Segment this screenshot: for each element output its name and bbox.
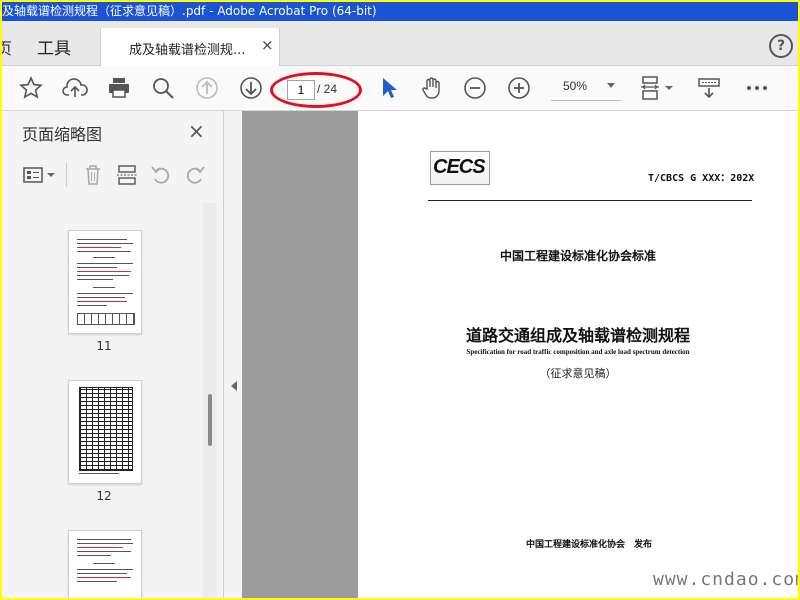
tab-bar: 页 工具 成及轴载谱检测规... × ? xyxy=(2,21,798,66)
zoom-select[interactable]: 50% xyxy=(551,74,621,101)
select-cursor-icon[interactable] xyxy=(374,66,404,110)
thumbnail-list: 11 12 xyxy=(2,203,203,598)
acrobat-window: 及轴载谱检测规程（征求意见稿）.pdf - Adobe Acrobat Pro … xyxy=(2,2,798,598)
thumbnail-page-number: 11 xyxy=(96,339,112,353)
trash-icon[interactable] xyxy=(76,155,110,195)
pdf-page: CECS T/CBCS G XXX：202X 中国工程建设标准化协会标准 道路交… xyxy=(358,111,798,598)
zoom-in-icon[interactable] xyxy=(502,66,536,110)
more-icon[interactable] xyxy=(740,66,774,110)
insert-page-icon[interactable] xyxy=(110,155,144,195)
thumbnails-panel: 页面缩略图 × 11 12 xyxy=(2,111,224,598)
zoom-out-icon[interactable] xyxy=(458,66,492,110)
cloud-upload-icon[interactable] xyxy=(58,66,92,110)
tab-close-icon[interactable]: × xyxy=(261,36,274,54)
tab-home[interactable]: 页 xyxy=(2,35,12,59)
document-viewer: CECS T/CBCS G XXX：202X 中国工程建设标准化协会标准 道路交… xyxy=(242,111,798,598)
page-down-icon[interactable] xyxy=(234,66,268,110)
thumbnail-options-icon[interactable] xyxy=(20,155,60,195)
panel-close-icon[interactable]: × xyxy=(188,119,205,143)
tab-tools[interactable]: 工具 xyxy=(37,34,71,59)
thumbnail-page-number: 12 xyxy=(96,489,112,503)
site-watermark: www.cndao.com xyxy=(653,569,798,590)
page-total-label: / 24 xyxy=(317,82,338,96)
panel-title: 页面缩略图 xyxy=(22,125,103,144)
cecs-logo-text: CECS xyxy=(433,156,486,178)
page-thumbnail-11[interactable] xyxy=(68,230,142,334)
print-icon[interactable] xyxy=(102,66,136,110)
window-title: 及轴载谱检测规程（征求意见稿）.pdf - Adobe Acrobat Pro … xyxy=(2,4,377,18)
panel-collapse-strip[interactable] xyxy=(224,111,242,598)
document-title-english: Specification for road traffic compositi… xyxy=(466,348,690,356)
standard-number: T/CBCS G XXX：202X xyxy=(648,173,755,184)
page-up-icon[interactable] xyxy=(190,66,224,110)
fit-page-icon[interactable] xyxy=(638,66,680,110)
scroll-mode-icon[interactable] xyxy=(692,66,726,110)
rotate-right-icon[interactable] xyxy=(178,155,212,195)
panel-toolbar xyxy=(2,155,223,195)
title-bar: 及轴载谱检测规程（征求意见稿）.pdf - Adobe Acrobat Pro … xyxy=(2,2,798,21)
help-icon[interactable]: ? xyxy=(769,34,793,58)
tab-document-label: 成及轴载谱检测规... xyxy=(129,43,246,58)
document-title: 道路交通组成及轴载谱检测规程 xyxy=(465,326,690,345)
chevron-down-icon xyxy=(607,83,615,88)
association-standard: 中国工程建设标准化协会标准 xyxy=(499,249,656,263)
tab-document[interactable]: 成及轴载谱检测规... × xyxy=(100,28,280,66)
cecs-logo: CECS xyxy=(430,151,490,185)
rotate-left-icon[interactable] xyxy=(144,155,178,195)
search-icon[interactable] xyxy=(146,66,180,110)
page-number-input[interactable]: 1 xyxy=(287,80,315,100)
zoom-value: 50% xyxy=(563,79,588,93)
page-thumbnail-13[interactable] xyxy=(68,530,142,598)
hand-icon[interactable] xyxy=(415,66,449,110)
page-thumbnail-12[interactable] xyxy=(68,380,142,484)
star-icon[interactable] xyxy=(16,66,46,110)
draft-note: （征求意见稿） xyxy=(539,367,617,380)
main-toolbar: 1 / 24 50% xyxy=(2,66,798,111)
page-navigation-highlight: 1 / 24 xyxy=(270,72,362,108)
publisher: 中国工程建设标准化协会 发布 xyxy=(526,540,653,550)
thumbnail-scrollbar-thumb[interactable] xyxy=(208,394,212,446)
collapse-arrow-icon[interactable] xyxy=(231,381,237,391)
header-rule xyxy=(428,200,752,201)
